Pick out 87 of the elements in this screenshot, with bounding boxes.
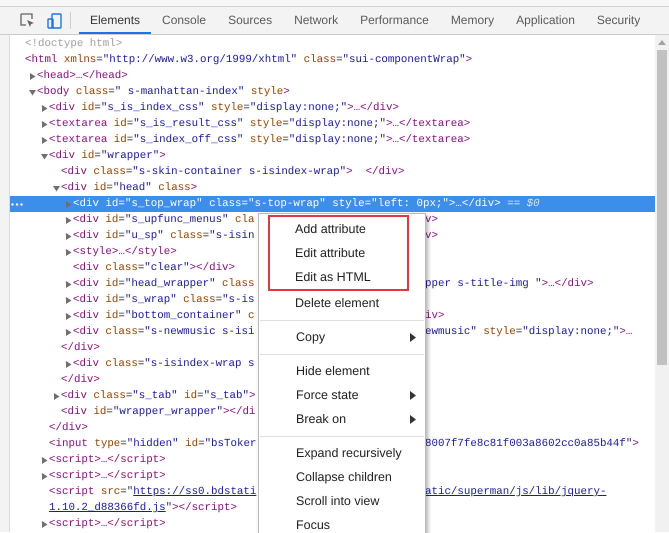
triangle-right-icon[interactable]	[41, 120, 48, 128]
code-line: </div>	[61, 373, 100, 388]
link[interactable]: https://ss0.bdstati	[133, 486, 256, 498]
triangle-right-icon[interactable]	[65, 216, 72, 224]
code-line: <html xmlns="http://www.w3.org/1999/xhtml" class="sui-componentWrap">	[25, 53, 472, 68]
code-line: <textarea id="s_is_result_css" style="display:none;">…</textarea>	[49, 117, 470, 132]
link[interactable]: atic/superman/js/lib/jquery-	[425, 486, 606, 498]
link[interactable]: 1.10.2_d88366fd.js	[49, 502, 166, 514]
code-line: <div id="s_is_index_css" style="display:none;">…</div>	[49, 101, 399, 116]
tab[interactable]: Memory	[440, 7, 506, 34]
triangle-right-icon[interactable]	[65, 232, 72, 240]
menu-item[interactable]: Focus	[260, 513, 424, 533]
submenu-arrow-icon	[410, 332, 416, 342]
code-line: v>	[425, 213, 438, 228]
menu-item[interactable]: Scroll into view	[260, 489, 424, 513]
triangle-right-icon[interactable]	[65, 360, 72, 368]
inspect-icon[interactable]	[20, 13, 35, 28]
code-line: <div id="s_top_wrap" class="s-top-wrap" style="left: 0px;">…</div> == $0	[73, 197, 540, 212]
tab[interactable]: Application	[505, 7, 586, 34]
device-icon[interactable]	[47, 12, 62, 28]
code-line: <body class=" s-manhattan-index" style>	[37, 85, 290, 100]
triangle-down-icon[interactable]	[29, 88, 36, 96]
menu-item[interactable]: Delete element	[259, 291, 425, 315]
tab[interactable]: Performance	[349, 7, 440, 34]
triangle-right-icon[interactable]	[65, 280, 72, 288]
triangle-right-icon[interactable]	[41, 520, 48, 528]
tab[interactable]: Elements	[79, 7, 152, 34]
code-line: <input type="hidden" id="bsToker	[49, 437, 256, 452]
code-line: <div class="s-isindex-wrap s	[73, 357, 254, 372]
code-line: <div id="head" class>	[61, 181, 198, 196]
code-line: <div id="s_upfunc_menus" cla	[73, 213, 254, 228]
code-line: ewmusic" style="display:none;">…	[425, 325, 632, 340]
triangle-right-icon[interactable]	[41, 472, 48, 480]
code-line: <script>…</script>	[49, 469, 166, 484]
code-line: <head>…</head>	[37, 69, 128, 84]
triangle-right-icon[interactable]	[41, 136, 48, 144]
code-line: 8007f7fe8c81f003a8602cc0a85b44f">	[425, 437, 639, 452]
triangle-right-icon[interactable]	[53, 392, 60, 400]
menu-item[interactable]: Force state	[260, 383, 424, 407]
more-dots-icon[interactable]	[11, 203, 23, 206]
code-line: v>	[425, 229, 438, 244]
triangle-right-icon[interactable]	[41, 104, 48, 112]
code-line: <div class="s-skin-container s-isindex-wrap"> </div>	[61, 165, 404, 180]
code-line: <textarea id="s_index_off_css" style="display:none;">…</textarea>	[49, 133, 470, 148]
code-line: <div id="u_sp" class="s-isin	[73, 229, 254, 244]
menu-item[interactable]: Edit attribute	[270, 241, 407, 265]
code-line: <div id="wrapper_wrapper"></di	[61, 405, 256, 420]
triangle-right-icon[interactable]	[65, 312, 72, 320]
code-line: </div>	[49, 421, 88, 436]
triangle-down-icon[interactable]	[41, 152, 48, 160]
menu-item[interactable]: Collapse children	[260, 465, 424, 489]
code-line: <div class="s_tab" id="s_tab">	[61, 389, 256, 404]
code-line: <div class="clear"></div>	[73, 261, 236, 276]
menu-item[interactable]: Break on	[260, 407, 424, 431]
tab[interactable]: Sources	[217, 7, 284, 34]
code-line: <script>…</script>	[49, 517, 166, 532]
menu-item[interactable]: Copy	[260, 325, 424, 349]
code-line: <div id="s_wrap" class="s-is	[73, 293, 254, 308]
triangle-right-icon[interactable]	[65, 328, 72, 336]
triangle-right-icon[interactable]	[65, 296, 72, 304]
code-line: <div id="bottom_container" c	[73, 309, 254, 324]
code-line: iv>	[425, 309, 444, 324]
tab[interactable]: Console	[151, 7, 218, 34]
menu-item[interactable]: Expand recursively	[260, 441, 424, 465]
tab[interactable]: Network	[283, 7, 350, 34]
code-line: <style>…</style>	[73, 245, 177, 260]
triangle-right-icon[interactable]	[41, 456, 48, 464]
code-line: <script src="https://ss0.bdstati	[49, 485, 256, 500]
code-line: 1.10.2_d88366fd.js"></script>	[49, 501, 237, 516]
submenu-arrow-icon	[410, 414, 416, 424]
code-line: <div class="s-newmusic s-isi	[73, 325, 254, 340]
submenu-arrow-icon	[410, 390, 416, 400]
menu-item[interactable]: Hide element	[260, 359, 424, 383]
scrollbar-thumb[interactable]	[657, 50, 667, 365]
triangle-down-icon[interactable]	[53, 184, 60, 192]
triangle-right-icon[interactable]	[65, 248, 72, 256]
code-line: </div>	[61, 341, 100, 356]
code-line: <div id="head_wrapper" class	[73, 277, 254, 292]
code-line: <script>…</script>	[49, 453, 166, 468]
scrollbar[interactable]	[655, 35, 669, 532]
code-line: <!doctype html>	[25, 37, 122, 52]
triangle-right-icon[interactable]	[29, 72, 36, 80]
tab[interactable]: Security	[586, 7, 652, 34]
menu-item[interactable]: Edit as HTML	[270, 265, 407, 289]
menu-item[interactable]: Add attribute	[270, 217, 407, 241]
code-line: <div id="wrapper">	[49, 149, 166, 164]
code-line: pper s-title-img ">…</div>	[425, 277, 594, 292]
